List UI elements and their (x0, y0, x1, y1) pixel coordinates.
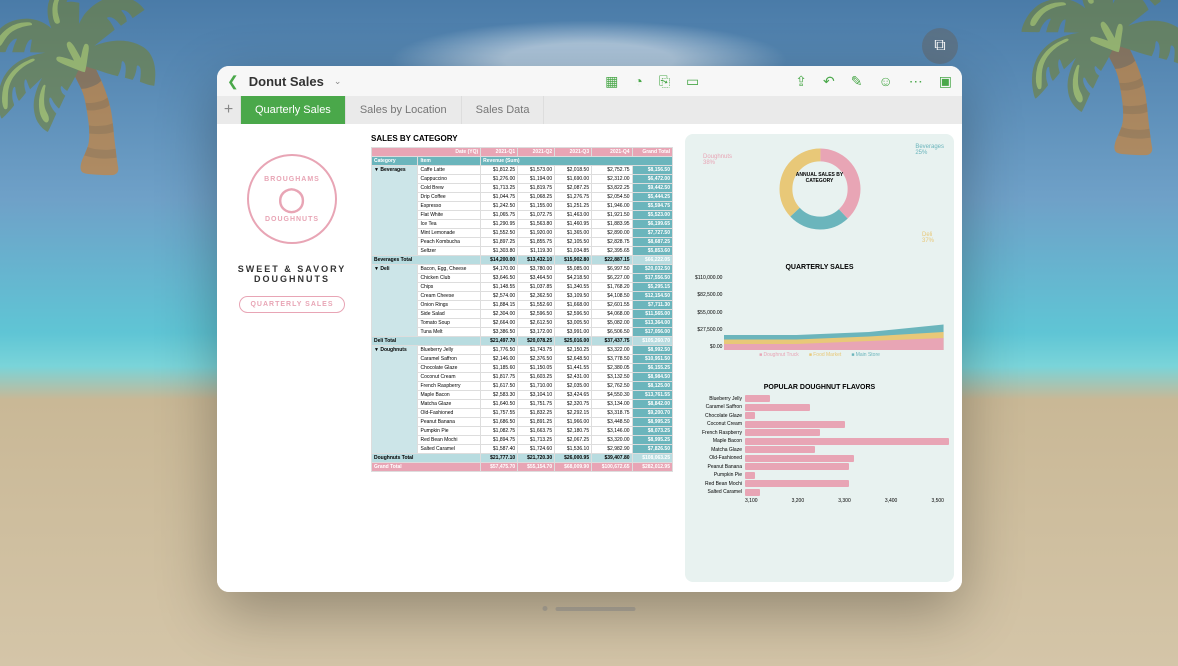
donut-label-deli: Deli37% (922, 232, 934, 244)
brand-tagline-1: SWEET & SAVORY (238, 264, 347, 274)
y-tick: $110,000.00 (695, 275, 722, 281)
chart-icon[interactable]: ◔ (634, 73, 642, 90)
spreadsheet-window: ❮ Donut Sales ⌄ ▦ ◔ ⎘ ▭ ⇪ ↶ ✎ ☺ ⋯ ▣ + Qu… (217, 66, 962, 592)
charts-panel: ANNUAL SALES BY CATEGORY Doughnuts38% Be… (685, 134, 954, 582)
sales-table[interactable]: Date (YQ)2021-Q12021-Q22021-Q32021-Q4Gra… (371, 147, 673, 472)
overlay-control-button[interactable]: ⧉ (922, 28, 958, 64)
indicator-dot (543, 606, 548, 611)
y-tick: $55,000.00 (695, 310, 722, 316)
chevron-down-icon[interactable]: ⌄ (334, 76, 342, 87)
bar-row: Blueberry Jelly (695, 395, 944, 402)
legend-item: Doughnut Truck (759, 352, 799, 358)
bar-row: Matcha Glaze (695, 446, 944, 453)
bar-row: Coconut Cream (695, 421, 944, 428)
palm-tree-decoration: 🌴 (994, 0, 1178, 161)
brand-panel: BROUGHAMS ◯ DOUGHNUTS SWEET & SAVORY DOU… (217, 124, 367, 592)
text-icon[interactable]: ⎘ (659, 73, 670, 90)
donut-center-label: ANNUAL SALES BY CATEGORY (795, 172, 845, 184)
document-title[interactable]: Donut Sales (249, 74, 324, 89)
table-title: SALES BY CATEGORY (371, 134, 673, 143)
area-chart[interactable]: QUARTERLY SALES $110,000.00 $82,500.00 $… (695, 264, 944, 374)
x-tick: 3,400 (885, 498, 898, 504)
bar-row: Caramel Saffron (695, 404, 944, 411)
media-icon[interactable]: ▭ (686, 73, 699, 90)
area-chart-title: QUARTERLY SALES (695, 264, 944, 271)
bar-row: French Raspberry (695, 429, 944, 436)
bar-row: Old-Fashioned (695, 455, 944, 462)
x-tick: 3,200 (792, 498, 805, 504)
y-tick: $0.00 (695, 344, 722, 350)
undo-icon[interactable]: ↶ (823, 73, 835, 90)
legend-item: Main Store (851, 352, 880, 358)
legend-item: Food Market (809, 352, 842, 358)
logo-text-bottom: DOUGHNUTS (265, 216, 319, 223)
bar-row: Salted Caramel (695, 489, 944, 496)
home-indicator[interactable] (543, 606, 636, 611)
brand-tagline-2: DOUGHNUTS (254, 274, 330, 284)
add-sheet-button[interactable]: + (217, 96, 241, 124)
x-tick: 3,300 (838, 498, 851, 504)
donut-chart[interactable]: ANNUAL SALES BY CATEGORY Doughnuts38% Be… (695, 144, 944, 254)
titlebar: ❮ Donut Sales ⌄ ▦ ◔ ⎘ ▭ ⇪ ↶ ✎ ☺ ⋯ ▣ (217, 66, 962, 96)
bar-chart-title: POPULAR DOUGHNUT FLAVORS (695, 384, 944, 391)
bar-row: Maple Bacon (695, 438, 944, 445)
copy-icon: ⧉ (934, 37, 945, 55)
tab-sales-data[interactable]: Sales Data (462, 96, 545, 124)
x-tick: 3,500 (931, 498, 944, 504)
indicator-bar (556, 607, 636, 611)
brand-badge: QUARTERLY SALES (239, 296, 344, 313)
bar-row: Pumpkin Pie (695, 472, 944, 479)
x-tick: 3,100 (745, 498, 758, 504)
tab-sales-by-location[interactable]: Sales by Location (346, 96, 462, 124)
sheet-content: BROUGHAMS ◯ DOUGHNUTS SWEET & SAVORY DOU… (217, 124, 962, 592)
tab-quarterly-sales[interactable]: Quarterly Sales (241, 96, 346, 124)
bar-row: Chocolate Glaze (695, 412, 944, 419)
sheet-tabs: + Quarterly Sales Sales by Location Sale… (217, 96, 962, 124)
more-icon[interactable]: ⋯ (909, 73, 923, 90)
palm-tree-decoration: 🌴 (0, 0, 184, 181)
comment-icon[interactable]: ☺ (878, 73, 892, 90)
format-brush-icon[interactable]: ✎ (851, 73, 863, 90)
collaborate-icon[interactable]: ▣ (939, 73, 952, 90)
share-icon[interactable]: ⇪ (795, 73, 807, 90)
bar-chart[interactable]: POPULAR DOUGHNUT FLAVORS Blueberry Jelly… (695, 384, 944, 524)
y-tick: $27,500.00 (695, 327, 722, 333)
donut-label-beverages: Beverages25% (915, 144, 944, 156)
bar-row: Peanut Banana (695, 463, 944, 470)
donut-icon: ◯ (278, 185, 306, 214)
back-button[interactable]: ❮ (227, 73, 239, 90)
y-tick: $82,500.00 (695, 292, 722, 298)
logo-text-top: BROUGHAMS (264, 176, 320, 183)
brand-logo: BROUGHAMS ◯ DOUGHNUTS (247, 154, 337, 244)
bar-row: Red Bean Mochi (695, 480, 944, 487)
donut-label-doughnuts: Doughnuts38% (703, 154, 732, 166)
toolbar: ▦ ◔ ⎘ ▭ ⇪ ↶ ✎ ☺ ⋯ ▣ (605, 73, 952, 90)
data-table-panel: SALES BY CATEGORY Date (YQ)2021-Q12021-Q… (367, 124, 677, 592)
table-icon[interactable]: ▦ (605, 73, 618, 90)
